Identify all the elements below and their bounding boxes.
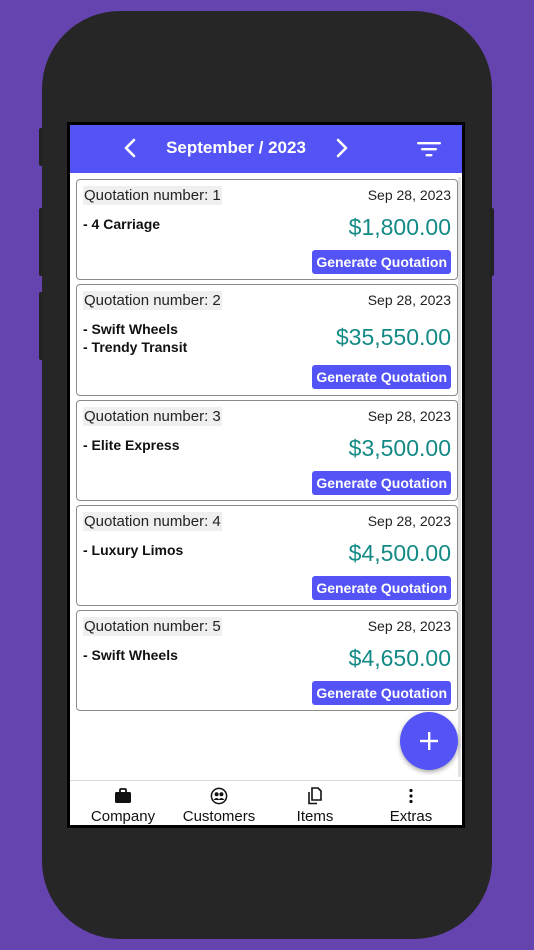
quotation-card[interactable]: Quotation number: 5 Sep 28, 2023 - Swift… (76, 610, 458, 711)
generate-quotation-button[interactable]: Generate Quotation (312, 471, 451, 495)
quotation-card[interactable]: Quotation number: 4 Sep 28, 2023 - Luxur… (76, 505, 458, 606)
quotation-date: Sep 28, 2023 (367, 187, 451, 203)
quotation-number: Quotation number: 4 (83, 512, 222, 531)
nav-company[interactable]: Company (74, 781, 172, 825)
quotation-items: - Swift Wheels (83, 646, 178, 664)
quotation-date: Sep 28, 2023 (367, 618, 451, 634)
phone-power-button (490, 208, 494, 276)
add-quotation-button[interactable] (400, 712, 458, 770)
quotation-amount: $35,550.00 (335, 324, 451, 350)
quotation-number: Quotation number: 5 (83, 617, 222, 636)
phone-volume-down-button (39, 292, 43, 360)
quotation-item: - Luxury Limos (83, 542, 184, 558)
nav-label: Items (296, 808, 334, 825)
quotation-amount: $4,650.00 (348, 645, 451, 671)
app-bar: September / 2023 (70, 125, 462, 173)
quotation-number: Quotation number: 3 (83, 407, 222, 426)
month-title: September / 2023 (166, 138, 306, 157)
nav-items[interactable]: Items (266, 781, 364, 825)
nav-label: Extras (389, 808, 433, 825)
generate-quotation-button[interactable]: Generate Quotation (312, 365, 451, 389)
users-icon (210, 787, 228, 805)
app-window: September / 2023 Quotation number: 1 Sep… (70, 125, 462, 825)
more-vertical-icon (409, 788, 413, 804)
quotation-items: - Swift Wheels - Trendy Transit (83, 320, 187, 356)
bottom-navigation: Company Customers Items Extras (70, 780, 462, 825)
generate-quotation-button[interactable]: Generate Quotation (312, 576, 451, 600)
quotation-item: - 4 Carriage (83, 216, 161, 232)
chevron-left-icon (124, 138, 136, 158)
quotation-card[interactable]: Quotation number: 3 Sep 28, 2023 - Elite… (76, 400, 458, 501)
quotation-number: Quotation number: 1 (83, 186, 222, 205)
quotation-items: - Luxury Limos (83, 541, 183, 559)
plus-icon (420, 732, 438, 750)
next-month-button[interactable] (327, 133, 357, 163)
phone-volume-up-button (39, 208, 43, 276)
nav-label: Customers (182, 808, 256, 825)
quotation-card[interactable]: Quotation number: 2 Sep 28, 2023 - Swift… (76, 284, 458, 396)
quotation-list: Quotation number: 1 Sep 28, 2023 - 4 Car… (76, 179, 458, 715)
quotation-items: - 4 Carriage (83, 215, 160, 233)
nav-customers[interactable]: Customers (170, 781, 268, 825)
filter-button[interactable] (414, 136, 444, 162)
briefcase-icon (115, 788, 131, 803)
nav-label: Company (90, 808, 156, 825)
quotation-amount: $1,800.00 (348, 214, 451, 240)
quotation-item: - Swift Wheels (83, 647, 178, 663)
quotation-item: - Swift Wheels (83, 321, 178, 337)
generate-quotation-button[interactable]: Generate Quotation (312, 681, 451, 705)
filter-icon (417, 142, 441, 157)
quotation-amount: $4,500.00 (348, 540, 451, 566)
quotation-items: - Elite Express (83, 436, 180, 454)
quotation-date: Sep 28, 2023 (367, 408, 451, 424)
quotation-item: - Elite Express (83, 437, 180, 453)
phone-side-button (39, 128, 43, 166)
phone-screen: September / 2023 Quotation number: 1 Sep… (67, 122, 465, 828)
documents-icon (308, 787, 322, 805)
quotation-amount: $3,500.00 (348, 435, 451, 461)
scrollbar[interactable] (458, 177, 461, 777)
chevron-right-icon (336, 138, 348, 158)
previous-month-button[interactable] (115, 133, 145, 163)
quotation-number: Quotation number: 2 (83, 291, 222, 310)
generate-quotation-button[interactable]: Generate Quotation (312, 250, 451, 274)
nav-extras[interactable]: Extras (362, 781, 460, 825)
quotation-date: Sep 28, 2023 (367, 292, 451, 308)
quotation-date: Sep 28, 2023 (367, 513, 451, 529)
quotation-item: - Trendy Transit (83, 339, 188, 355)
quotation-card[interactable]: Quotation number: 1 Sep 28, 2023 - 4 Car… (76, 179, 458, 280)
